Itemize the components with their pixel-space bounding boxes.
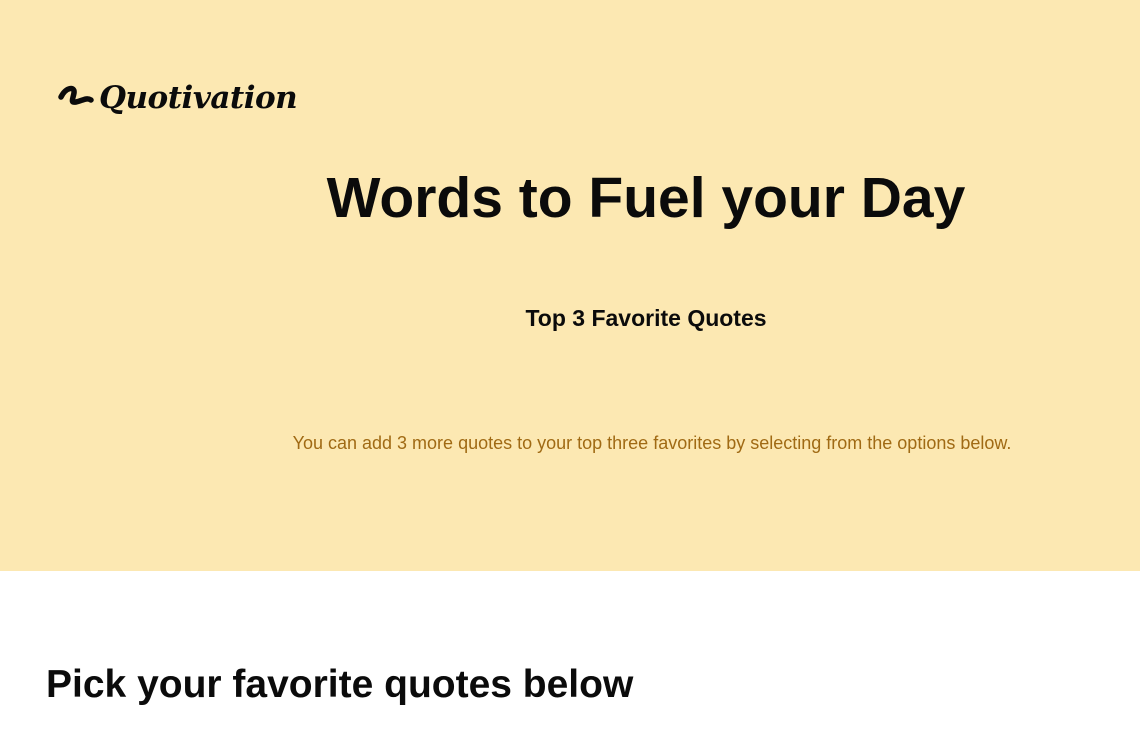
helper-text: You can add 3 more quotes to your top th… (292, 433, 1012, 453)
squiggle-logo-icon (58, 81, 94, 111)
favorites-subtitle: Top 3 Favorite Quotes (525, 305, 767, 331)
picker-section-title: Pick your favorite quotes below (46, 663, 634, 706)
hero-section: Quotivation Words to Fuel your Day Top 3… (0, 0, 1140, 571)
page-title: Words to Fuel your Day (326, 166, 966, 230)
brand-home-link[interactable]: Quotivation (58, 72, 298, 120)
brand-name: Quotivation (99, 79, 298, 116)
